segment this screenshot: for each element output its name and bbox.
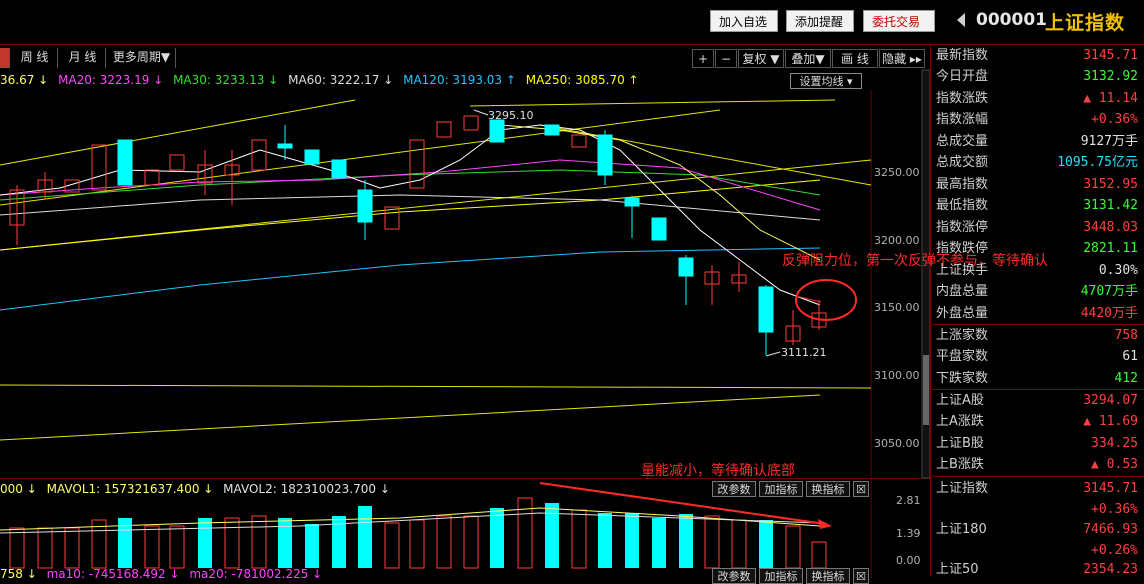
bottom-legend-ma20: ma20: -781002.225 ↓ — [189, 567, 323, 581]
vol-tick: 2.81 — [896, 494, 921, 507]
quote-row: 上证A股 3294.07 — [936, 393, 1138, 408]
y-tick: 3200.00 — [874, 234, 920, 247]
bottom-switch-indicator-button[interactable]: 换指标 — [806, 568, 850, 584]
quote-row: 今日开盘 3132.92 — [936, 69, 1138, 84]
y-tick: 3150.00 — [874, 301, 920, 314]
y-tick: 3050.00 — [874, 437, 920, 450]
y-tick: 3250.00 — [874, 166, 920, 179]
quote-row: 上涨家数 758 — [936, 328, 1138, 343]
quote-row: 最低指数 3131.42 — [936, 198, 1138, 213]
quote-row: 指数涨跌 ▲ 11.14 — [936, 91, 1138, 106]
index-row[interactable]: +0.36% — [932, 499, 1144, 520]
bottom-legend-ma10: ma10: -745168.492 ↓ — [46, 567, 180, 581]
volume-annotation: 量能减小，等待确认底部 — [641, 463, 795, 479]
quote-row: 最高指数 3152.95 — [936, 177, 1138, 192]
divider — [930, 44, 931, 577]
ma120-line — [0, 247, 821, 311]
quote-row: 上证B股 334.25 — [936, 436, 1138, 451]
index-row[interactable]: 上证50 2354.23 — [932, 559, 1144, 580]
bottom-add-indicator-button[interactable]: 加指标 — [759, 568, 803, 584]
quote-row: 总成交额 1095.75亿元 — [936, 155, 1138, 170]
bottom-indicator-legend: 758 ↓ ma10: -745168.492 ↓ ma20: -781002.… — [0, 567, 322, 581]
bottom-legend-a: 758 ↓ — [0, 567, 37, 581]
quote-row: 指数涨幅 +0.36% — [936, 112, 1138, 127]
stock-name: 上证指数 — [1045, 12, 1126, 34]
quote-row: 指数涨停 3448.03 — [936, 220, 1138, 235]
stock-code: 000001 — [976, 10, 1047, 30]
quote-row: 上A涨跌 ▲ 11.69 — [936, 414, 1138, 429]
prev-stock-icon[interactable] — [957, 13, 965, 27]
candles — [9, 115, 827, 355]
quote-row: 内盘总量 4707万手 — [936, 284, 1138, 299]
quote-row: 上证换手 0.30% — [936, 263, 1138, 278]
vol-tick: 1.39 — [896, 527, 921, 540]
bottom-params-button[interactable]: 改参数 — [712, 568, 756, 584]
quote-row: 上B涨跌 ▲ 0.53 — [936, 457, 1138, 472]
bottom-close-button[interactable]: ☒ — [853, 568, 869, 584]
high-marker: 3295.10 — [488, 109, 534, 122]
chart-scroll-thumb — [923, 355, 929, 425]
quote-row: 总成交量 9127万手 — [936, 134, 1138, 149]
quote-row: 外盘总量 4420万手 — [936, 306, 1138, 321]
kline-chart[interactable]: 3250.00 3200.00 3150.00 3100.00 3050.00 … — [0, 0, 930, 480]
y-tick: 3100.00 — [874, 369, 920, 382]
low-marker: 3111.21 — [781, 346, 827, 359]
index-row[interactable]: 上证指数 3145.71 — [932, 478, 1144, 499]
index-row[interactable]: 上证180 7466.93 — [932, 519, 1144, 540]
quote-row: 下跌家数 412 — [936, 371, 1138, 386]
vol-tick: 0.00 — [896, 554, 921, 567]
quote-row: 平盘家数 61 — [936, 349, 1138, 364]
quote-row: 指数跌停 2821.11 — [936, 241, 1138, 256]
quote-row: 最新指数 3145.71 — [936, 48, 1138, 63]
volume-chart[interactable]: 2.81 1.39 0.00 — [0, 478, 930, 578]
